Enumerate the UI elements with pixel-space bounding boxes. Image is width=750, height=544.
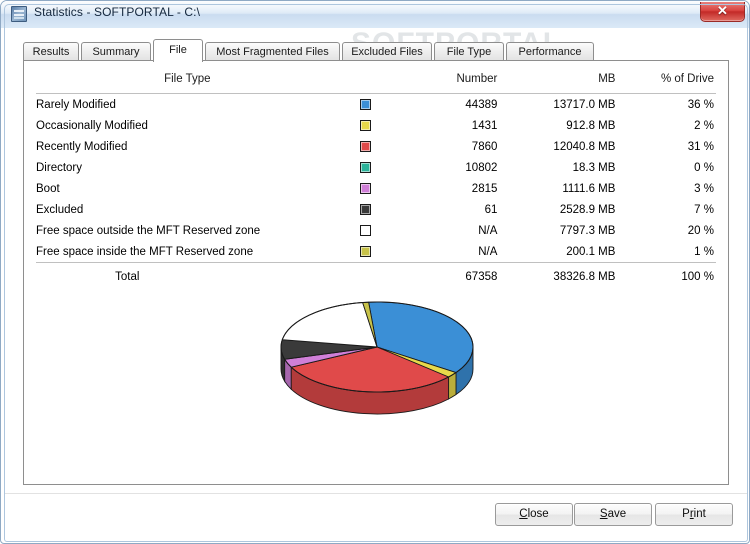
color-swatch-icon xyxy=(359,224,371,236)
row-number-value: 1431 xyxy=(471,119,498,132)
window-close-button[interactable]: ✕ xyxy=(700,2,745,22)
table-row: Free space outside the MFT Reserved zone… xyxy=(24,220,728,241)
row-file-type-label: Free space outside the MFT Reserved zone xyxy=(36,224,261,237)
color-swatch-icon xyxy=(359,182,371,194)
row-mb-value: 18.3 MB xyxy=(572,161,616,174)
row-color-swatch-cell xyxy=(351,136,380,157)
row-percent-value: 36 % xyxy=(687,98,714,111)
title-bar: Statistics - SOFTPORTAL - C:\ ✕ xyxy=(1,1,749,28)
tab-most-fragmented-files[interactable]: Most Fragmented Files xyxy=(205,42,340,61)
column-header-swatch xyxy=(351,61,380,93)
statistics-window: Statistics - SOFTPORTAL - C:\ ✕ SOFTPORT… xyxy=(0,0,750,544)
row-percent-value: 0 % xyxy=(694,161,714,174)
row-file-type-label: Occasionally Modified xyxy=(36,119,148,132)
row-mb-value: 12040.8 MB xyxy=(553,140,616,153)
row-color-swatch-cell xyxy=(351,94,380,115)
row-file-type-label: Excluded xyxy=(36,203,84,216)
row-percent-value: 1 % xyxy=(694,245,714,258)
pie-chart-container xyxy=(24,291,728,471)
total-swatch-cell xyxy=(351,263,380,289)
color-swatch-icon xyxy=(359,119,371,131)
row-color-swatch-cell xyxy=(351,241,380,262)
color-swatch-icon xyxy=(359,161,371,173)
row-number-value: 10802 xyxy=(465,161,498,174)
table-row: Directory 10802 18.3 MB 0 % xyxy=(24,157,728,178)
screenshot-root: Statistics - SOFTPORTAL - C:\ ✕ SOFTPORT… xyxy=(0,0,750,544)
row-number-value: 7860 xyxy=(471,140,498,153)
table-row: Boot 2815 1111.6 MB 3 % xyxy=(24,178,728,199)
total-label: Total xyxy=(115,271,140,283)
total-mb-value: 38326.8 MB xyxy=(553,271,616,283)
color-swatch-icon xyxy=(359,98,371,110)
table-row: Recently Modified 7860 12040.8 MB 31 % xyxy=(24,136,728,157)
row-mb-value: 912.8 MB xyxy=(566,119,616,132)
window-title: Statistics - SOFTPORTAL - C:\ xyxy=(34,5,201,19)
row-file-type-label: Rarely Modified xyxy=(36,98,116,111)
footer-divider xyxy=(5,493,747,494)
application-icon xyxy=(11,6,27,22)
drive-usage-pie-chart xyxy=(280,301,474,415)
row-file-type-label: Directory xyxy=(36,161,83,174)
close-button[interactable]: Close xyxy=(495,503,573,526)
tab-results[interactable]: Results xyxy=(23,42,79,61)
tab-excluded-files[interactable]: Excluded Files xyxy=(342,42,432,61)
row-percent-value: 7 % xyxy=(694,203,714,216)
tab-performance[interactable]: Performance xyxy=(506,42,594,61)
column-header-mb: MB xyxy=(598,73,616,85)
color-swatch-icon xyxy=(359,245,371,257)
color-swatch-icon xyxy=(359,203,371,215)
row-color-swatch-cell xyxy=(351,157,380,178)
total-row: Total 67358 38326.8 MB 100 % xyxy=(24,263,728,289)
row-color-swatch-cell xyxy=(351,199,380,220)
row-color-swatch-cell xyxy=(351,115,380,136)
row-number-value: N/A xyxy=(478,224,498,237)
close-icon: ✕ xyxy=(717,3,728,18)
total-percent-value: 100 % xyxy=(681,271,714,283)
tab-strip: Results Summary File Most Fragmented Fil… xyxy=(23,39,729,62)
row-number-value: 44389 xyxy=(465,98,498,111)
total-number-value: 67358 xyxy=(465,271,498,283)
row-percent-value: 3 % xyxy=(694,182,714,195)
tab-file-type[interactable]: File Type xyxy=(434,42,504,61)
print-button[interactable]: Print xyxy=(655,503,733,526)
row-file-type-label: Boot xyxy=(36,182,60,195)
tab-file[interactable]: File xyxy=(153,39,203,62)
table-row: Occasionally Modified 1431 912.8 MB 2 % xyxy=(24,115,728,136)
pie-slice xyxy=(281,302,378,348)
row-percent-value: 31 % xyxy=(687,140,714,153)
row-color-swatch-cell xyxy=(351,178,380,199)
row-percent-value: 20 % xyxy=(687,224,714,237)
row-file-type-label: Recently Modified xyxy=(36,140,128,153)
row-number-value: 2815 xyxy=(471,182,498,195)
row-number-value: N/A xyxy=(478,245,498,258)
row-file-type-label: Free space inside the MFT Reserved zone xyxy=(36,245,254,258)
column-header-file-type: File Type xyxy=(164,73,211,85)
save-button[interactable]: Save xyxy=(574,503,652,526)
row-percent-value: 2 % xyxy=(694,119,714,132)
table-row: Rarely Modified 44389 13717.0 MB 36 % xyxy=(24,94,728,115)
row-mb-value: 2528.9 MB xyxy=(559,203,616,216)
table-row: Free space inside the MFT Reserved zone N… xyxy=(24,241,728,262)
file-statistics-table: File Type Number MB % of Drive Rarely Mo… xyxy=(24,61,728,289)
row-color-swatch-cell xyxy=(351,220,380,241)
column-header-number: Number xyxy=(456,73,498,85)
table-header-row: File Type Number MB % of Drive xyxy=(24,61,728,93)
column-header-percent: % of Drive xyxy=(660,73,714,85)
row-mb-value: 7797.3 MB xyxy=(559,224,616,237)
table-row: Excluded 61 2528.9 MB 7 % xyxy=(24,199,728,220)
file-tab-panel: File Type Number MB % of Drive Rarely Mo… xyxy=(23,60,729,485)
row-mb-value: 13717.0 MB xyxy=(553,98,616,111)
row-number-value: 61 xyxy=(484,203,498,216)
tab-summary[interactable]: Summary xyxy=(81,42,151,61)
pie-top-faces xyxy=(280,301,474,393)
color-swatch-icon xyxy=(359,140,371,152)
row-mb-value: 200.1 MB xyxy=(566,245,616,258)
row-mb-value: 1111.6 MB xyxy=(562,182,616,195)
